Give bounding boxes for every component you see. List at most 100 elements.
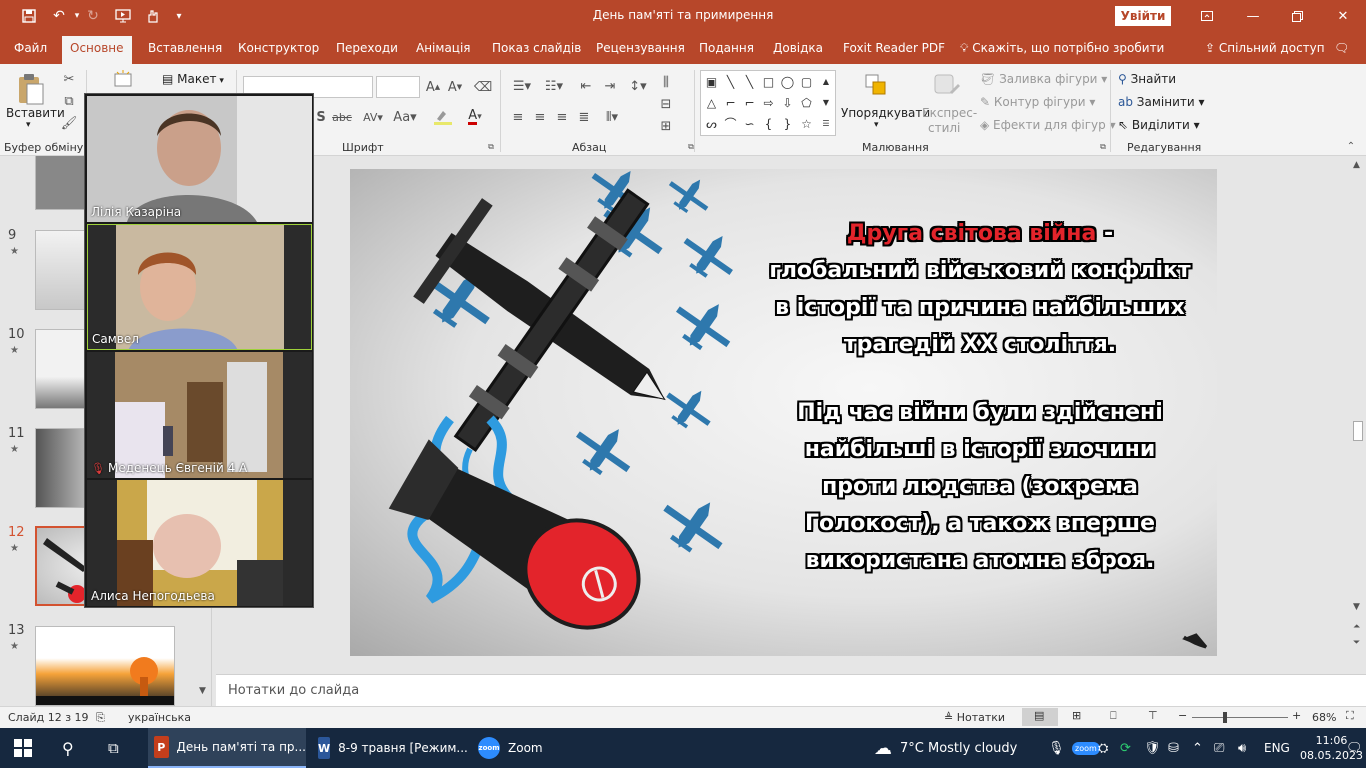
pentagon-shape-icon[interactable]: ⬠ (798, 94, 815, 111)
drawing-dialog-icon[interactable]: ⧉ (1098, 142, 1108, 152)
tab-animations[interactable]: Анімація (416, 41, 471, 55)
zoom-tray-icon[interactable]: zoom (1072, 728, 1100, 768)
tab-slideshow[interactable]: Показ слайдів (492, 41, 581, 55)
smartart-icon[interactable]: ⊞ (656, 116, 676, 136)
sign-in-button[interactable]: Увійти (1115, 6, 1171, 26)
text-direction-icon[interactable]: ⫼ (656, 72, 676, 92)
tab-file[interactable]: Файл (14, 41, 47, 55)
quick-styles-icon[interactable] (930, 70, 964, 102)
tab-review[interactable]: Рецензування (596, 41, 685, 55)
network-icon[interactable]: ⎚ (1214, 728, 1224, 768)
gallery-up-icon[interactable]: ▲ (819, 73, 833, 90)
taskbar-app-powerpoint[interactable]: P День пам'яті та пр... (148, 728, 306, 768)
arrange-icon[interactable] (862, 70, 892, 102)
slide-thumbnail-13[interactable] (35, 626, 175, 706)
tab-help[interactable]: Довідка (773, 41, 823, 55)
copy-icon[interactable]: ⧉ (60, 92, 78, 110)
numbering-icon[interactable]: ☷▾ (540, 76, 568, 96)
gallery-down-icon[interactable]: ▼ (819, 94, 833, 111)
freeform-shape-icon[interactable]: ᔕ (703, 115, 720, 132)
bullets-icon[interactable]: ☰▾ (508, 76, 536, 96)
tell-me-search[interactable]: 💡︎ Скажіть, що потрібно зробити (960, 41, 1164, 56)
find-button[interactable]: ⚲ Знайти (1118, 72, 1176, 86)
font-dialog-icon[interactable]: ⧉ (486, 142, 496, 152)
paste-button[interactable]: Вставити (6, 106, 65, 120)
paste-icon[interactable] (14, 70, 48, 108)
notes-pane[interactable]: Нотатки до слайда (216, 674, 1366, 706)
new-slide-icon[interactable] (112, 68, 134, 90)
zoom-in-icon[interactable]: + (1292, 709, 1301, 722)
weather-widget[interactable]: ☁ 7°C Mostly cloudy (874, 728, 1017, 768)
justify-icon[interactable]: ≣ (574, 108, 594, 126)
language-indicator[interactable]: українська (128, 711, 191, 724)
windows-start-icon[interactable] (14, 728, 32, 768)
connector-shape-icon[interactable]: ⌐ (722, 94, 739, 111)
scroll-down-icon[interactable]: ▼ (1353, 602, 1360, 612)
textbox-shape-icon[interactable]: ▣ (703, 73, 720, 90)
scroll-thumb[interactable] (1353, 421, 1363, 441)
shadow-icon[interactable]: S (314, 108, 328, 126)
reading-view-icon[interactable]: ⎕ (1110, 709, 1117, 723)
video-tile-active-speaker[interactable]: Самвел (87, 224, 312, 350)
shape-effects-button[interactable]: ◈ Ефекти для фігур ▾ (980, 118, 1116, 132)
font-size-combo[interactable] (376, 76, 420, 98)
brace-left-shape-icon[interactable]: { (760, 115, 777, 132)
video-tile[interactable]: 🎙︎ Меденець Євгеній 4 А (87, 352, 312, 478)
tab-foxit[interactable]: Foxit Reader PDF (843, 41, 945, 55)
decrease-indent-icon[interactable]: ⇤ (576, 76, 596, 96)
notes-toggle[interactable]: ≜ Нотатки (944, 711, 1005, 724)
tab-insert[interactable]: Вставлення (148, 41, 222, 55)
security-shield-icon[interactable]: 🛡︎ (1144, 728, 1161, 768)
tab-view[interactable]: Подання (699, 41, 754, 55)
zoom-video-panel[interactable]: Лілія Казаріна Самвел 🎙︎ Меденець Євгеній… (84, 93, 314, 608)
scroll-up-icon[interactable]: ▲ (1353, 160, 1360, 170)
previous-slide-icon[interactable]: ⏶ (1353, 622, 1360, 632)
down-arrow-shape-icon[interactable]: ⇩ (779, 94, 796, 111)
slide-sorter-icon[interactable]: ⊞ (1072, 709, 1081, 722)
chevron-up-icon[interactable]: ⌃ (1192, 728, 1203, 768)
right-arrow-shape-icon[interactable]: ⇨ (760, 94, 777, 111)
slideshow-view-icon[interactable]: ⊤ (1148, 709, 1158, 722)
notifications-icon[interactable]: 🗨︎ (1346, 728, 1363, 768)
decrease-font-icon[interactable]: A ▼ (446, 78, 464, 96)
rectangle-shape-icon[interactable]: □ (760, 73, 777, 90)
shapes-gallery[interactable]: ▣ ╲ ╲ □ ◯ ▢ △ ⌐ ⌐ ⇨ ⇩ ⬠ ᔕ ⌒ ∽ { } ☆ ▲ ▼ … (700, 70, 836, 136)
increase-indent-icon[interactable]: ⇥ (600, 76, 620, 96)
align-center-icon[interactable]: ≡ (530, 108, 550, 126)
rounded-rect-shape-icon[interactable]: ▢ (798, 73, 815, 90)
microphone-icon[interactable]: 🎙︎ (1048, 728, 1065, 768)
shape-fill-button[interactable]: 🪣︎ Заливка фігури ▾ (980, 72, 1107, 86)
current-slide[interactable]: Друга світова війна - глобальний військо… (350, 169, 1217, 656)
strikethrough-icon[interactable]: abc (332, 108, 352, 126)
taskbar-app-word[interactable]: W 8-9 травня [Режим... (312, 728, 468, 768)
fit-to-window-icon[interactable]: ⛶ (1346, 709, 1354, 723)
quick-styles-label-1[interactable]: Експрес- (922, 106, 977, 120)
task-view-icon[interactable]: ⧉ (108, 728, 119, 768)
close-icon[interactable]: ✕ (1320, 0, 1366, 32)
video-tile[interactable]: Алиса Непогодьева (87, 480, 312, 606)
paste-dropdown-icon[interactable]: ▾ (26, 120, 31, 130)
highlight-icon[interactable] (430, 108, 456, 126)
volume-icon[interactable]: 🔊︎ (1238, 728, 1246, 768)
tab-transitions[interactable]: Переходи (336, 41, 398, 55)
tab-home[interactable]: Основне (62, 36, 132, 64)
quick-styles-label-2[interactable]: стилі (928, 121, 960, 135)
zoom-level[interactable]: 68% (1312, 711, 1336, 724)
search-icon[interactable]: ⚲ (62, 728, 74, 768)
star-shape-icon[interactable]: ☆ (798, 115, 815, 132)
align-left-icon[interactable]: ≡ (508, 108, 528, 126)
increase-font-icon[interactable]: A ▲ (424, 78, 442, 96)
tray-sync-icon[interactable]: ⟳ (1120, 728, 1131, 768)
taskbar-app-zoom[interactable]: zoom Zoom (472, 728, 552, 768)
next-slide-arrow-icon[interactable] (1181, 633, 1208, 649)
arrange-button[interactable]: Упорядкувати (841, 106, 930, 120)
gallery-more-icon[interactable]: ☰ (819, 115, 833, 132)
arrange-dropdown-icon[interactable]: ▾ (874, 120, 879, 130)
replace-button[interactable]: ab Замінити ▾ (1118, 95, 1205, 109)
align-right-icon[interactable]: ≡ (552, 108, 572, 126)
zoom-out-icon[interactable]: − (1178, 709, 1187, 722)
tab-design[interactable]: Конструктор (238, 41, 319, 55)
share-button[interactable]: ⇪ Спільний доступ (1205, 41, 1325, 55)
font-color-icon[interactable]: A ▾ (462, 108, 488, 126)
zoom-slider-thumb[interactable] (1222, 712, 1227, 723)
